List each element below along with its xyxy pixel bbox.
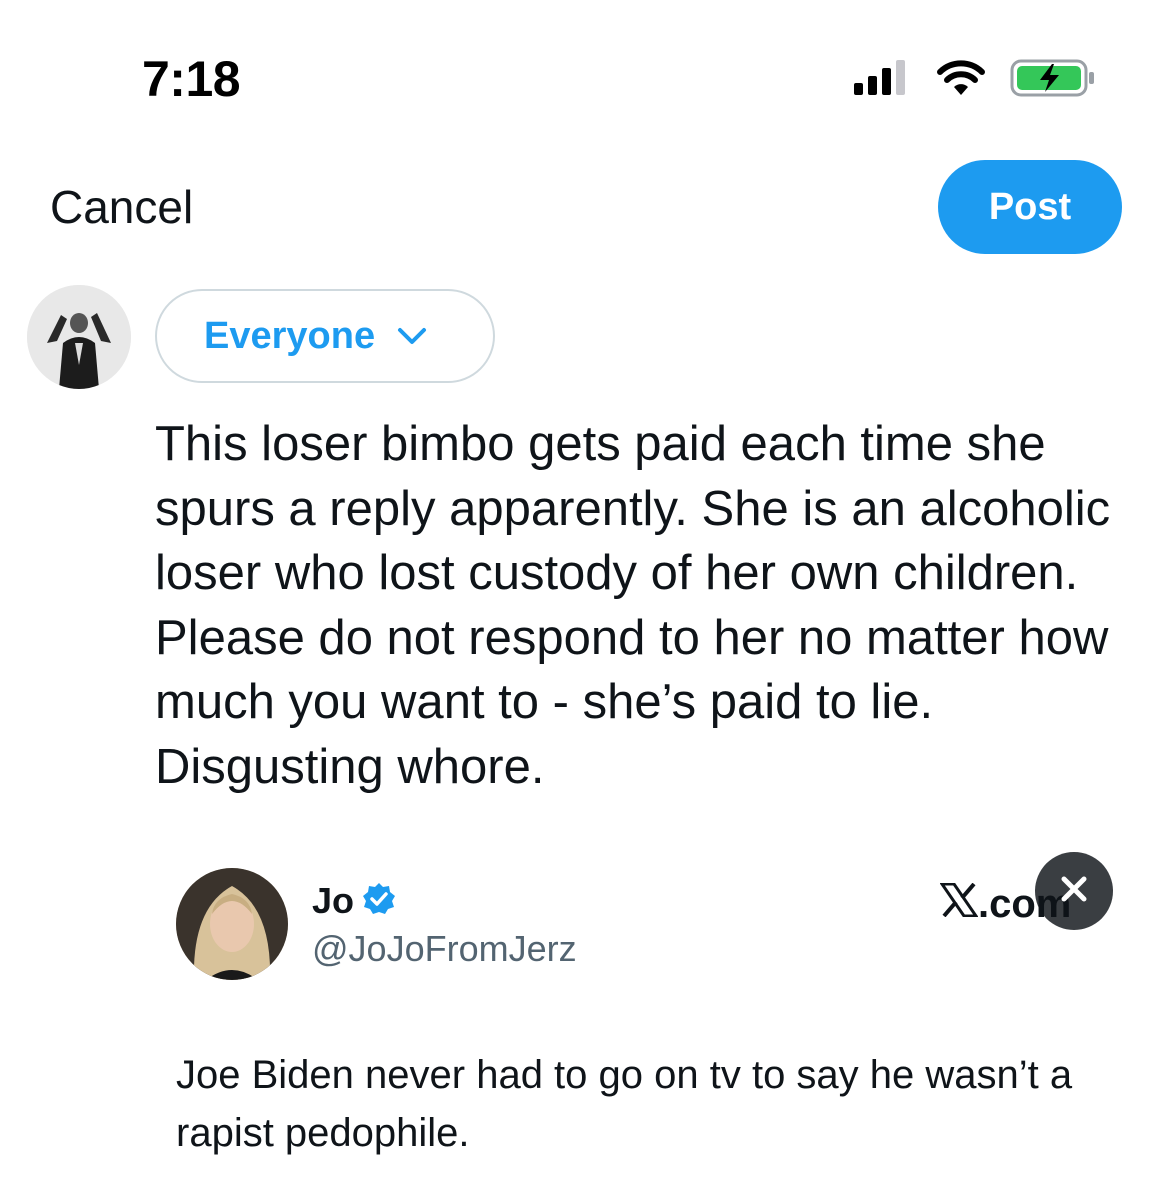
verified-badge-icon (362, 882, 396, 921)
post-button[interactable]: Post (938, 160, 1122, 254)
chevron-down-icon (397, 326, 427, 346)
wifi-icon (936, 59, 986, 97)
quoted-post-text: Joe Biden never had to go on tv to say h… (176, 1053, 1073, 1155)
close-icon (1059, 874, 1089, 909)
x-brand-icon (940, 883, 978, 917)
remove-quote-button[interactable] (1035, 852, 1113, 930)
user-avatar[interactable] (27, 285, 131, 389)
status-time: 7:18 (142, 51, 241, 107)
signal-icon (854, 59, 912, 97)
quoted-author-handle: @JoJoFromJerz (312, 928, 577, 969)
battery-charging-icon (1010, 58, 1096, 98)
audience-label: Everyone (204, 314, 376, 357)
audience-selector[interactable]: Everyone (155, 289, 495, 383)
post-text-input[interactable]: This loser bimbo gets paid each time she… (155, 412, 1155, 799)
cancel-button[interactable]: Cancel (50, 180, 193, 234)
quoted-author-row: Jo (312, 880, 396, 922)
quoted-author-name: Jo (312, 880, 355, 921)
quoted-author-avatar (176, 868, 288, 980)
status-icons (854, 58, 1096, 98)
